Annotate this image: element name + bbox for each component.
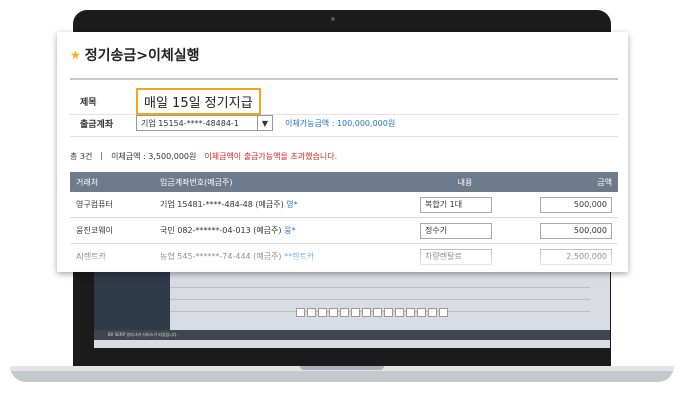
account-holder: **렌트카 — [284, 252, 315, 261]
laptop-notch — [300, 366, 384, 370]
amount-input[interactable]: 2,500,000 — [540, 248, 612, 265]
account-holder: 웅* — [284, 226, 296, 235]
summary-count: 총 3건 — [70, 152, 93, 161]
holder-prefix: (예금주) — [255, 200, 284, 209]
summary-warning: 이체금액이 출금가능액을 초과했습니다. — [204, 152, 338, 161]
account-number: 국민 082-******-04-013 — [160, 226, 251, 235]
account-number: 농협 545-******-74-444 — [160, 252, 251, 261]
memo-input[interactable]: 정수기 — [420, 222, 492, 239]
background-pager — [296, 308, 448, 317]
col-amount: 금액 — [516, 172, 618, 192]
table-row: AJ렌트카 농협 545-******-74-444 (예금주) **렌트카 차… — [70, 243, 618, 270]
background-status-bar: BX SERP 경리나라 서비스가 되었습니다. — [94, 330, 610, 340]
amount-cell: 2,500,000 — [516, 243, 618, 270]
account-holder: 영* — [286, 200, 298, 209]
account-cell: 농협 545-******-74-444 (예금주) **렌트카 — [154, 243, 414, 270]
divider — [70, 78, 618, 80]
account-label: 출금계좌 — [80, 119, 114, 130]
memo-cell: 정수기 — [414, 217, 516, 244]
summary-separator: | — [100, 151, 104, 160]
account-select-value: 기업 15154-****-48484-1 — [141, 118, 239, 128]
account-cell: 국민 082-******-04-013 (예금주) 웅* — [154, 217, 414, 244]
background-rows — [170, 276, 590, 312]
background-row — [170, 288, 590, 300]
holder-prefix: (예금주) — [253, 252, 282, 261]
col-client: 거래처 — [70, 172, 154, 192]
transfer-table: 거래처 입금계좌번호(예금주) 내용 금액 영구컴퓨터 기업 15481-***… — [70, 172, 618, 270]
camera-dot — [331, 17, 335, 21]
account-number: 기업 15481-****-484-48 — [160, 200, 253, 209]
client-name: AJ렌트카 — [70, 243, 154, 270]
holder-prefix: (예금주) — [253, 226, 282, 235]
title-row: ★ 정기송금>이체실행 — [70, 45, 200, 65]
table-header: 거래처 입금계좌번호(예금주) 내용 금액 — [70, 172, 618, 192]
transfer-summary: 총 3건 | 이체금액 : 3,500,000원 이체금액이 출금가능액을 초과… — [70, 151, 337, 162]
col-account: 입금계좌번호(예금주) — [154, 172, 414, 192]
client-name: 웅진코웨이 — [70, 217, 154, 244]
account-cell: 기업 15481-****-484-48 (예금주) 영* — [154, 192, 414, 218]
available-balance: 이체가능금액 : 100,000,000원 — [285, 118, 396, 128]
page-title: 정기송금>이체실행 — [84, 48, 200, 64]
memo-cell: 차량렌탈료 — [414, 243, 516, 270]
client-name: 영구컴퓨터 — [70, 192, 154, 218]
amount-cell: 500,000 — [516, 217, 618, 244]
chevron-down-icon[interactable]: ▼ — [257, 116, 272, 130]
amount-input[interactable]: 500,000 — [540, 222, 612, 239]
memo-input[interactable]: 차량렌탈료 — [420, 248, 492, 265]
star-icon: ★ — [70, 48, 81, 62]
table-row: 웅진코웨이 국민 082-******-04-013 (예금주) 웅* 정수기 … — [70, 217, 618, 244]
table-row: 영구컴퓨터 기업 15481-****-484-48 (예금주) 영* 복합기 … — [70, 192, 618, 218]
account-row: 출금계좌 기업 15154-****-48484-1 ▼ 이체가능금액 : 10… — [70, 110, 618, 137]
amount-input[interactable]: 500,000 — [540, 196, 612, 213]
transfer-panel: ★ 정기송금>이체실행 제목 매일 15일 정기지급 출금계좌 기업 15154… — [57, 32, 628, 272]
background-row — [170, 276, 590, 288]
background-sidebar — [94, 272, 170, 330]
subject-label: 제목 — [80, 97, 97, 108]
memo-cell: 복합기 1대 — [414, 192, 516, 218]
memo-input[interactable]: 복합기 1대 — [420, 196, 492, 213]
col-memo: 내용 — [414, 172, 516, 192]
amount-cell: 500,000 — [516, 192, 618, 218]
summary-amount: 이체금액 : 3,500,000원 — [111, 152, 197, 161]
account-select[interactable]: 기업 15154-****-48484-1 ▼ — [136, 115, 273, 131]
